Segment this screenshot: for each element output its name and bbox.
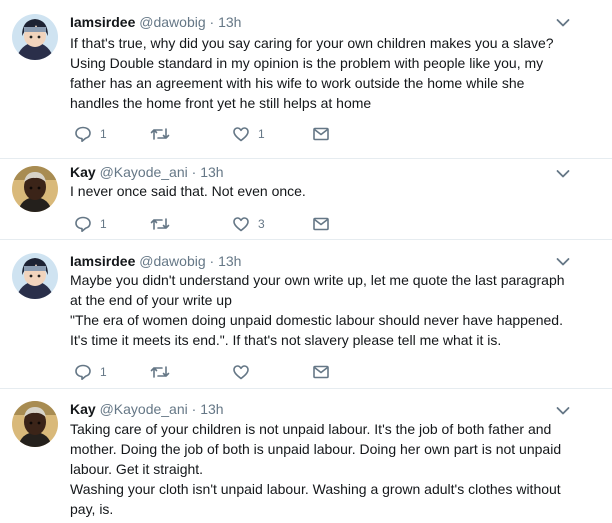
direct-message-button[interactable] [312,362,330,382]
tweet-text: Taking care of your children is not unpa… [70,419,590,519]
tweet-header: Kay @Kayode_ani · 13h [70,163,224,181]
tweet-text-line: pay, is. [70,501,114,517]
tweet-text-line: I never once said that. Not even once. [70,183,306,199]
reply-icon [75,216,91,232]
chevron-down-icon[interactable] [556,169,570,179]
timestamp[interactable]: 13h [200,401,223,417]
tweet-text: If that's true, why did you say caring f… [70,33,590,113]
display-name[interactable]: Kay [70,401,96,417]
tweet-text-line: handles the home front yet he still help… [70,95,372,111]
avatar[interactable] [12,253,58,299]
tweet-header: Iamsirdee @dawobig · 13h [70,252,241,270]
tweet[interactable]: Iamsirdee @dawobig · 13h If that's true,… [0,0,612,159]
user-handle[interactable]: @dawobig [139,14,205,30]
reply-icon [75,364,91,380]
like-button[interactable]: 1 [232,124,265,144]
tweet-text-line: mother. Doing the job of both is unpaid … [70,441,562,457]
reply-count: 1 [100,365,107,379]
heart-icon [233,365,249,380]
display-name[interactable]: Kay [70,164,96,180]
reply-icon [75,126,91,142]
tweet[interactable]: Kay @Kayode_ani · 13h Taking care of you… [0,389,612,523]
display-name[interactable]: Iamsirdee [70,14,135,30]
tweet-header: Iamsirdee @dawobig · 13h [70,13,241,31]
avatar[interactable] [12,14,58,60]
avatar[interactable] [12,401,58,447]
user-handle[interactable]: @Kayode_ani [100,164,188,180]
tweet-text-line: It's time it meets its end.". If that's … [70,332,502,348]
user-handle[interactable]: @dawobig [139,253,205,269]
tweet-text-line: Maybe you didn't understand your own wri… [70,272,565,288]
timestamp[interactable]: 13h [218,14,241,30]
envelope-icon [313,217,329,231]
tweet-text-line: Taking care of your children is not unpa… [70,421,552,437]
retweet-icon [150,218,170,230]
tweet-actions: 1 1 [74,124,374,144]
display-name[interactable]: Iamsirdee [70,253,135,269]
like-count: 1 [258,127,265,141]
retweet-button[interactable] [150,124,178,144]
tweet-text-line: If that's true, why did you say caring f… [70,35,554,51]
retweet-icon [150,366,170,378]
tweet-text-line: Washing your cloth isn't unpaid labour. … [70,481,561,497]
tweet-text-line: labour. Get it straight. [70,461,204,477]
retweet-button[interactable] [150,362,178,382]
reply-button[interactable]: 1 [74,362,107,382]
envelope-icon [313,127,329,141]
reply-button[interactable]: 1 [74,214,107,234]
avatar[interactable] [12,166,58,212]
timestamp[interactable]: 13h [200,164,223,180]
tweet-text-line: Using Double standard in my opinion is t… [70,55,544,71]
tweet-header: Kay @Kayode_ani · 13h [70,400,224,418]
tweet-actions: 1 3 [74,214,374,234]
like-count: 3 [258,217,265,231]
chevron-down-icon[interactable] [556,257,570,267]
retweet-button[interactable] [150,214,178,234]
tweet-actions: 1 [74,362,374,382]
direct-message-button[interactable] [312,124,330,144]
chevron-down-icon[interactable] [556,18,570,28]
reply-count: 1 [100,217,107,231]
user-handle[interactable]: @Kayode_ani [100,401,188,417]
separator-dot: · [191,164,197,180]
tweet-text-line: at the end of your write up [70,292,232,308]
envelope-icon [313,365,329,379]
reply-button[interactable]: 1 [74,124,107,144]
separator-dot: · [191,401,197,417]
retweet-icon [150,128,170,140]
tweet[interactable]: Kay @Kayode_ani · 13h I never once said … [0,159,612,240]
separator-dot: · [209,14,215,30]
timestamp[interactable]: 13h [218,253,241,269]
heart-icon [233,127,249,142]
like-button[interactable] [232,362,258,382]
tweet-text-line: "The era of women doing unpaid domestic … [70,312,563,328]
tweet[interactable]: Iamsirdee @dawobig · 13h Maybe you didn'… [0,240,612,389]
heart-icon [233,217,249,232]
tweet-text-line: father has an agreement with his wife to… [70,75,525,91]
tweet-text: Maybe you didn't understand your own wri… [70,270,590,350]
separator-dot: · [209,253,215,269]
direct-message-button[interactable] [312,214,330,234]
tweet-text: I never once said that. Not even once. [70,181,590,201]
chevron-down-icon[interactable] [556,406,570,416]
reply-count: 1 [100,127,107,141]
like-button[interactable]: 3 [232,214,265,234]
